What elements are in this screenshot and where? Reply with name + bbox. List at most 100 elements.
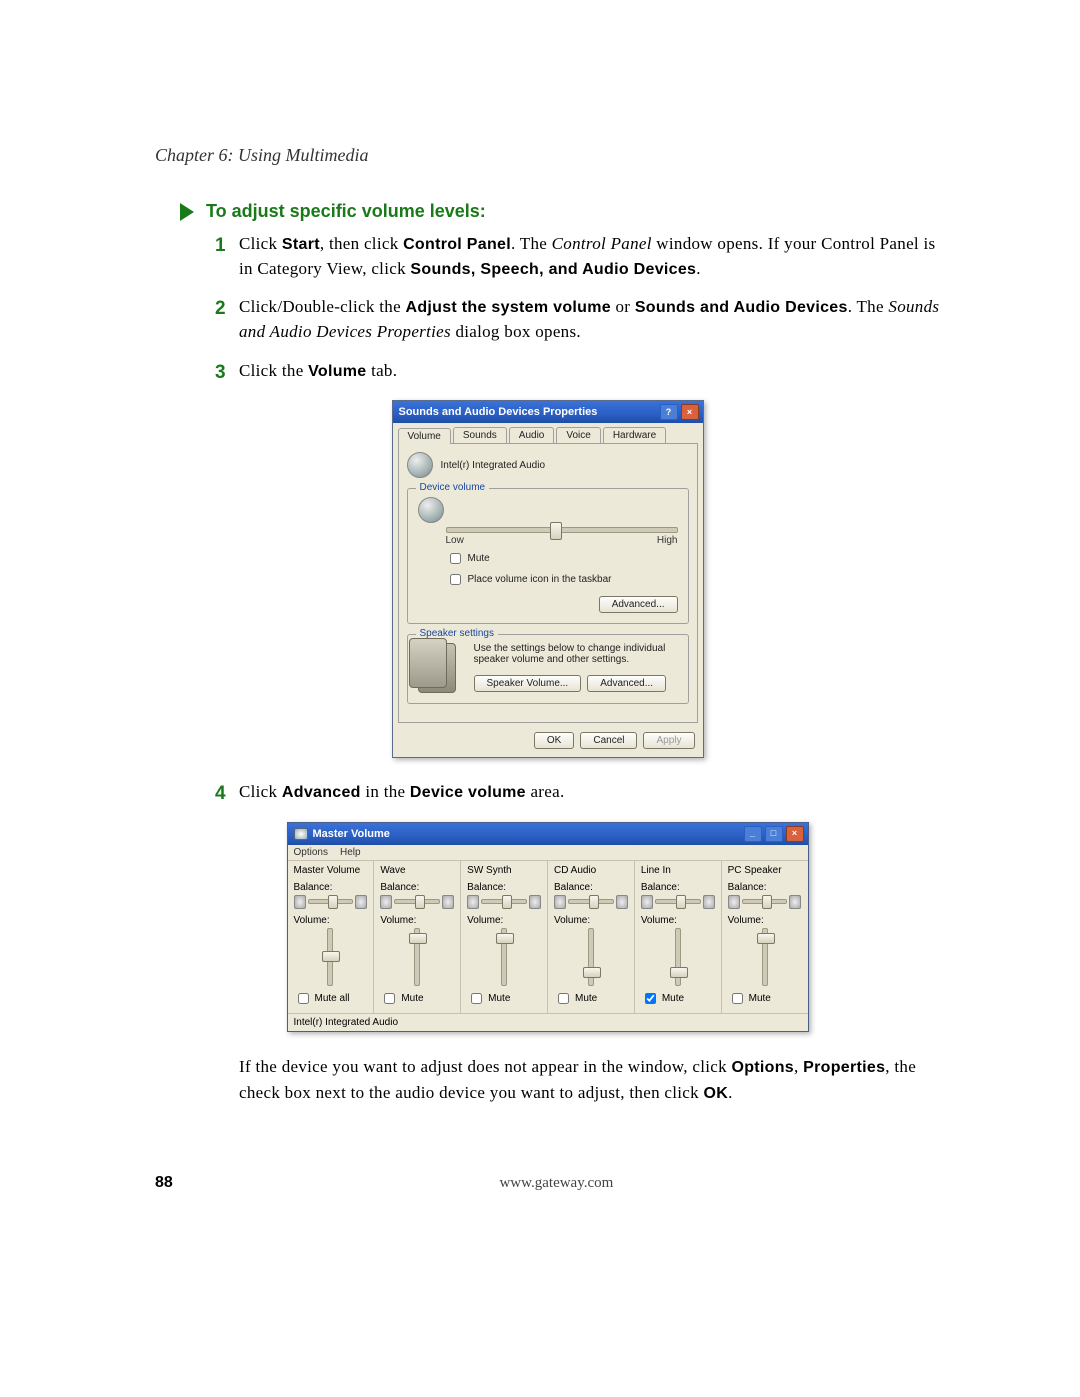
mute-checkbox[interactable]: Mute xyxy=(467,990,541,1007)
menu-help[interactable]: Help xyxy=(340,847,361,858)
apply-button[interactable]: Apply xyxy=(643,732,694,749)
speaker-advanced-button[interactable]: Advanced... xyxy=(587,675,666,692)
step-4-body: Click Advanced in the Device volume area… xyxy=(239,780,940,808)
step-4-num: 4 xyxy=(215,780,239,808)
t: Click the xyxy=(239,361,308,380)
t: . The xyxy=(511,234,552,253)
step-1-body: Click Start, then click Control Panel. T… xyxy=(239,232,940,281)
slider-thumb[interactable] xyxy=(583,967,601,978)
t: Start xyxy=(282,236,320,253)
device-volume-fieldset: Device volume Low High Mute Place vo xyxy=(407,488,689,624)
ok-button[interactable]: OK xyxy=(534,732,574,749)
slider-thumb[interactable] xyxy=(409,933,427,944)
balance-slider[interactable] xyxy=(308,899,354,904)
volume-slider[interactable] xyxy=(414,928,420,986)
t: Volume xyxy=(308,363,366,380)
mute-input[interactable] xyxy=(384,993,395,1004)
slider-thumb[interactable] xyxy=(762,895,772,909)
volume-icon xyxy=(418,497,444,523)
balance-left-icon xyxy=(641,895,653,909)
trailing-paragraph: If the device you want to adjust does no… xyxy=(239,1054,929,1106)
t: Sounds, Speech, and Audio Devices xyxy=(410,261,696,278)
volume-slider[interactable] xyxy=(588,928,594,986)
slider-thumb[interactable] xyxy=(502,895,512,909)
mute-input[interactable] xyxy=(732,993,743,1004)
slider-thumb[interactable] xyxy=(550,522,562,540)
help-icon[interactable]: ? xyxy=(660,404,678,420)
t: Click xyxy=(239,782,282,801)
menu-options[interactable]: Options xyxy=(294,847,328,858)
mute-checkbox[interactable]: Mute all xyxy=(294,990,368,1007)
play-icon xyxy=(180,203,194,221)
slider-thumb[interactable] xyxy=(589,895,599,909)
slider-thumb[interactable] xyxy=(328,895,338,909)
mute-input[interactable] xyxy=(645,993,656,1004)
mute-input[interactable] xyxy=(298,993,309,1004)
section-heading: To adjust specific volume levels: xyxy=(206,201,486,222)
tab-volume[interactable]: Volume xyxy=(398,428,451,444)
slider-thumb[interactable] xyxy=(496,933,514,944)
slider-thumb[interactable] xyxy=(322,951,340,962)
speaker-titlebar-icon xyxy=(294,828,308,840)
tab-audio[interactable]: Audio xyxy=(509,427,555,443)
volume-slider[interactable] xyxy=(327,928,333,986)
tab-sounds[interactable]: Sounds xyxy=(453,427,507,443)
mute-label: Mute xyxy=(575,993,597,1004)
volume-label: Volume: xyxy=(467,915,541,926)
t: OK xyxy=(704,1085,729,1102)
channel-title: CD Audio xyxy=(554,865,628,876)
close-icon[interactable]: × xyxy=(786,826,804,842)
t: . xyxy=(728,1083,733,1102)
tab-hardware[interactable]: Hardware xyxy=(603,427,666,443)
slider-thumb[interactable] xyxy=(415,895,425,909)
balance-label: Balance: xyxy=(554,882,628,893)
slider-thumb[interactable] xyxy=(757,933,775,944)
maximize-icon[interactable]: □ xyxy=(765,826,783,842)
mute-input[interactable] xyxy=(450,553,461,564)
balance-slider[interactable] xyxy=(481,899,527,904)
taskbar-input[interactable] xyxy=(450,574,461,585)
volume-slider[interactable] xyxy=(675,928,681,986)
high-label: High xyxy=(657,535,678,546)
minimize-icon[interactable]: _ xyxy=(744,826,762,842)
volume-slider[interactable] xyxy=(762,928,768,986)
mute-checkbox[interactable]: Mute xyxy=(641,990,715,1007)
speaker-text: Use the settings below to change individ… xyxy=(474,643,678,665)
dialog-titlebar[interactable]: Sounds and Audio Devices Properties ? × xyxy=(393,401,703,423)
mute-input[interactable] xyxy=(558,993,569,1004)
t: Control Panel xyxy=(403,236,511,253)
slider-thumb[interactable] xyxy=(676,895,686,909)
mute-checkbox[interactable]: Mute xyxy=(728,990,802,1007)
balance-right-icon xyxy=(442,895,454,909)
slider-thumb[interactable] xyxy=(670,967,688,978)
balance-slider[interactable] xyxy=(568,899,614,904)
mixer-titlebar[interactable]: Master Volume _ □ × xyxy=(288,823,808,845)
step-2-num: 2 xyxy=(215,295,239,344)
balance-slider[interactable] xyxy=(655,899,701,904)
close-icon[interactable]: × xyxy=(681,404,699,420)
dialog-body: Intel(r) Integrated Audio Device volume … xyxy=(398,443,698,723)
step-3: 3 Click the Volume tab. xyxy=(215,359,940,387)
volume-slider[interactable] xyxy=(446,527,678,533)
balance-slider[interactable] xyxy=(742,899,788,904)
balance-slider[interactable] xyxy=(394,899,440,904)
speaker-volume-button[interactable]: Speaker Volume... xyxy=(474,675,582,692)
master-volume-window: Master Volume _ □ × Options Help Master … xyxy=(287,822,809,1032)
volume-label: Volume: xyxy=(380,915,454,926)
tab-voice[interactable]: Voice xyxy=(556,427,600,443)
mute-checkbox[interactable]: Mute xyxy=(446,550,678,567)
volume-label: Volume: xyxy=(554,915,628,926)
cancel-button[interactable]: Cancel xyxy=(580,732,637,749)
balance-right-icon xyxy=(355,895,367,909)
mute-input[interactable] xyxy=(471,993,482,1004)
mixer-channel: Master VolumeBalance:Volume:Mute all xyxy=(288,861,375,1013)
taskbar-checkbox[interactable]: Place volume icon in the taskbar xyxy=(446,571,678,588)
device-advanced-button[interactable]: Advanced... xyxy=(599,596,678,613)
mute-checkbox[interactable]: Mute xyxy=(554,990,628,1007)
balance-right-icon xyxy=(616,895,628,909)
t: If the device you want to adjust does no… xyxy=(239,1057,731,1076)
volume-slider[interactable] xyxy=(501,928,507,986)
mute-checkbox[interactable]: Mute xyxy=(380,990,454,1007)
t: Properties xyxy=(803,1059,885,1076)
t: Device volume xyxy=(410,784,526,801)
